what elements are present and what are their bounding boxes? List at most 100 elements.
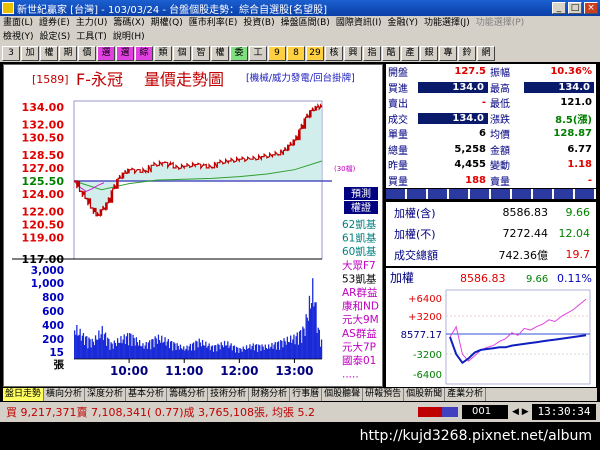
toolbar-button[interactable]: 類 xyxy=(154,45,172,61)
volume-tick-label: 400 xyxy=(42,320,64,332)
price-volume-chart-panel: [1589] F-永冠 量價走勢圖 [機械/威力發電/回台掛牌] 134.00 132.0… xyxy=(3,64,383,387)
quote-separator xyxy=(386,189,596,199)
tab-6[interactable]: 技術分析 xyxy=(208,388,250,401)
tab-5[interactable]: 籌碼分析 xyxy=(167,388,209,401)
menu-item[interactable]: 證券(E) xyxy=(36,16,73,30)
toolbar-button[interactable]: 29 xyxy=(306,45,324,61)
taiex-mini-panel: 加權 8586.83 9.66 0.11% +6400 +3200 8577.17 -3200… xyxy=(386,268,596,387)
toolbar-button[interactable]: 鈴 xyxy=(458,45,476,61)
toolbar-button[interactable]: 個 xyxy=(173,45,191,61)
tab-7[interactable]: 財務分析 xyxy=(249,388,291,401)
quote-label: 賣出 xyxy=(388,99,408,111)
quote-value: 134.0 xyxy=(418,112,488,124)
toolbar-button[interactable]: 選 xyxy=(97,45,115,61)
toolbar-button[interactable]: 選 xyxy=(116,45,134,61)
quote-table: 開盤 127.5 振幅 10.36% 買進 134.0 最高 134.0 賣出 - 最低 121.0 成… xyxy=(386,64,596,188)
index-row: 成交總額 742.36億 19.7 xyxy=(386,244,596,265)
menu-item[interactable]: 期權(Q) xyxy=(148,16,186,30)
quote-value: 1.18 xyxy=(567,159,592,171)
tab-1[interactable]: 盤日走勢 xyxy=(3,388,45,401)
taiex-mini-chart[interactable]: 加權 8586.83 9.66 0.11% +6400 +3200 8577.17 -3200… xyxy=(386,268,596,387)
legend-entry: 康和ND xyxy=(342,300,379,313)
quote-value: - xyxy=(587,174,592,186)
stock-code: [1589] xyxy=(32,73,69,86)
tab-2[interactable]: 橫向分析 xyxy=(44,388,86,401)
menu-item[interactable]: 工具(T) xyxy=(73,30,110,44)
quick-toolbar: 3 加權期價選選綜類個智權委工 9 8 29 核興指酷產銀專鈴網 xyxy=(0,44,600,62)
tab-9[interactable]: 個股聽聲 xyxy=(322,388,364,401)
mini-tick-label: +3200 xyxy=(408,312,442,323)
quote-value: 8.5(漲) xyxy=(555,114,592,126)
toolbar-button[interactable]: 權 xyxy=(211,45,229,61)
tab-11[interactable]: 個股新聞 xyxy=(404,388,446,401)
quote-label: 單量 xyxy=(388,130,408,142)
quote-value: - xyxy=(481,97,486,109)
index-value: 7272.44 xyxy=(502,227,549,240)
toolbar-button[interactable]: 3 xyxy=(2,45,20,61)
quote-label: 買進 xyxy=(388,83,408,95)
index-change: 9.66 xyxy=(565,206,591,219)
toolbar-button[interactable]: 酷 xyxy=(382,45,400,61)
tab-8[interactable]: 行事曆 xyxy=(290,388,323,401)
time-tick-label: 13:00 xyxy=(275,364,313,378)
quote-value: 188 xyxy=(465,174,486,186)
menu-item[interactable]: 主力(U) xyxy=(73,16,111,30)
toolbar-button[interactable]: 網 xyxy=(477,45,495,61)
tab-10[interactable]: 研報預告 xyxy=(363,388,405,401)
menu-item[interactable]: 國際資訊(I) xyxy=(333,16,385,30)
buy-sell-meter xyxy=(418,407,458,417)
legend-entry: 62凱基 xyxy=(342,218,377,231)
watermark-url: http://kujd3268.pixnet.net/album xyxy=(0,422,600,450)
menu-item[interactable]: 籌碼(X) xyxy=(110,16,147,30)
tab-3[interactable]: 深度分析 xyxy=(85,388,127,401)
index-summary: 加權(含) 8586.83 9.66 加權(不) 7272.44 12.04 成交總額 742… xyxy=(386,202,596,266)
toolbar-button[interactable]: 專 xyxy=(439,45,457,61)
menu-item[interactable]: 功能選擇(J) xyxy=(421,16,473,30)
toolbar-button[interactable]: 指 xyxy=(363,45,381,61)
menu-item[interactable]: 金融(Y) xyxy=(385,16,422,30)
minimize-button[interactable]: _ xyxy=(552,2,566,14)
volume-tick-label: 3,000 xyxy=(31,265,64,277)
tab-12[interactable]: 產業分析 xyxy=(445,388,487,401)
menu-item[interactable]: 操盤區間(B) xyxy=(278,16,333,30)
mini-tick-label: -3200 xyxy=(413,350,442,361)
maximize-button[interactable]: □ xyxy=(568,2,582,14)
toolbar-button[interactable]: 產 xyxy=(401,45,419,61)
tab-4[interactable]: 基本分析 xyxy=(126,388,168,401)
legend-entry: AR群益 xyxy=(342,286,378,299)
toolbar-button[interactable]: 委 xyxy=(230,45,248,61)
volume-bar xyxy=(147,342,150,359)
volume-bar xyxy=(98,330,100,359)
side-label: 權證 xyxy=(351,201,371,214)
menu-item[interactable]: 畫面(L) xyxy=(0,16,36,30)
price-volume-chart[interactable]: [1589] F-永冠 量價走勢圖 [機械/威力發電/回台掛牌] 134.00 132.0… xyxy=(4,65,382,386)
chart-title: 量價走勢圖 xyxy=(144,70,224,89)
close-button[interactable]: × xyxy=(584,2,598,14)
menu-item[interactable]: 設定(S) xyxy=(37,30,74,44)
side-label: 預測 xyxy=(351,187,371,200)
quote-row: 開盤 127.5 振幅 10.36% xyxy=(386,64,596,80)
toolbar-button[interactable]: 9 xyxy=(268,45,286,61)
toolbar-button[interactable]: 權 xyxy=(40,45,58,61)
toolbar-button[interactable]: 銀 xyxy=(420,45,438,61)
page-arrows[interactable]: ◀ ▶ xyxy=(512,407,532,417)
toolbar-button[interactable]: 8 xyxy=(287,45,305,61)
toolbar-button[interactable]: 興 xyxy=(344,45,362,61)
menu-item[interactable]: 匯市利率(E) xyxy=(186,16,241,30)
toolbar-button[interactable]: 價 xyxy=(78,45,96,61)
quote-label: 買量 xyxy=(388,176,408,188)
toolbar-button[interactable]: 核 xyxy=(325,45,343,61)
quote-row: 總量 5,258 金額 6.77 xyxy=(386,142,596,158)
menu-item[interactable]: 投資(B) xyxy=(240,16,277,30)
toolbar-button[interactable]: 期 xyxy=(59,45,77,61)
menu-item[interactable]: 檢視(Y) xyxy=(0,30,37,44)
quote-label: 金額 xyxy=(490,145,510,157)
menu-item[interactable]: 說明(H) xyxy=(110,30,148,44)
toolbar-button[interactable]: 綜 xyxy=(135,45,153,61)
toolbar-button[interactable]: 加 xyxy=(21,45,39,61)
toolbar-button[interactable]: 智 xyxy=(192,45,210,61)
toolbar-button[interactable]: 工 xyxy=(249,45,267,61)
quote-label: 開盤 xyxy=(388,68,408,80)
time-tick-label: 12:00 xyxy=(220,364,258,378)
unit-tag: (30檔) xyxy=(334,164,356,173)
